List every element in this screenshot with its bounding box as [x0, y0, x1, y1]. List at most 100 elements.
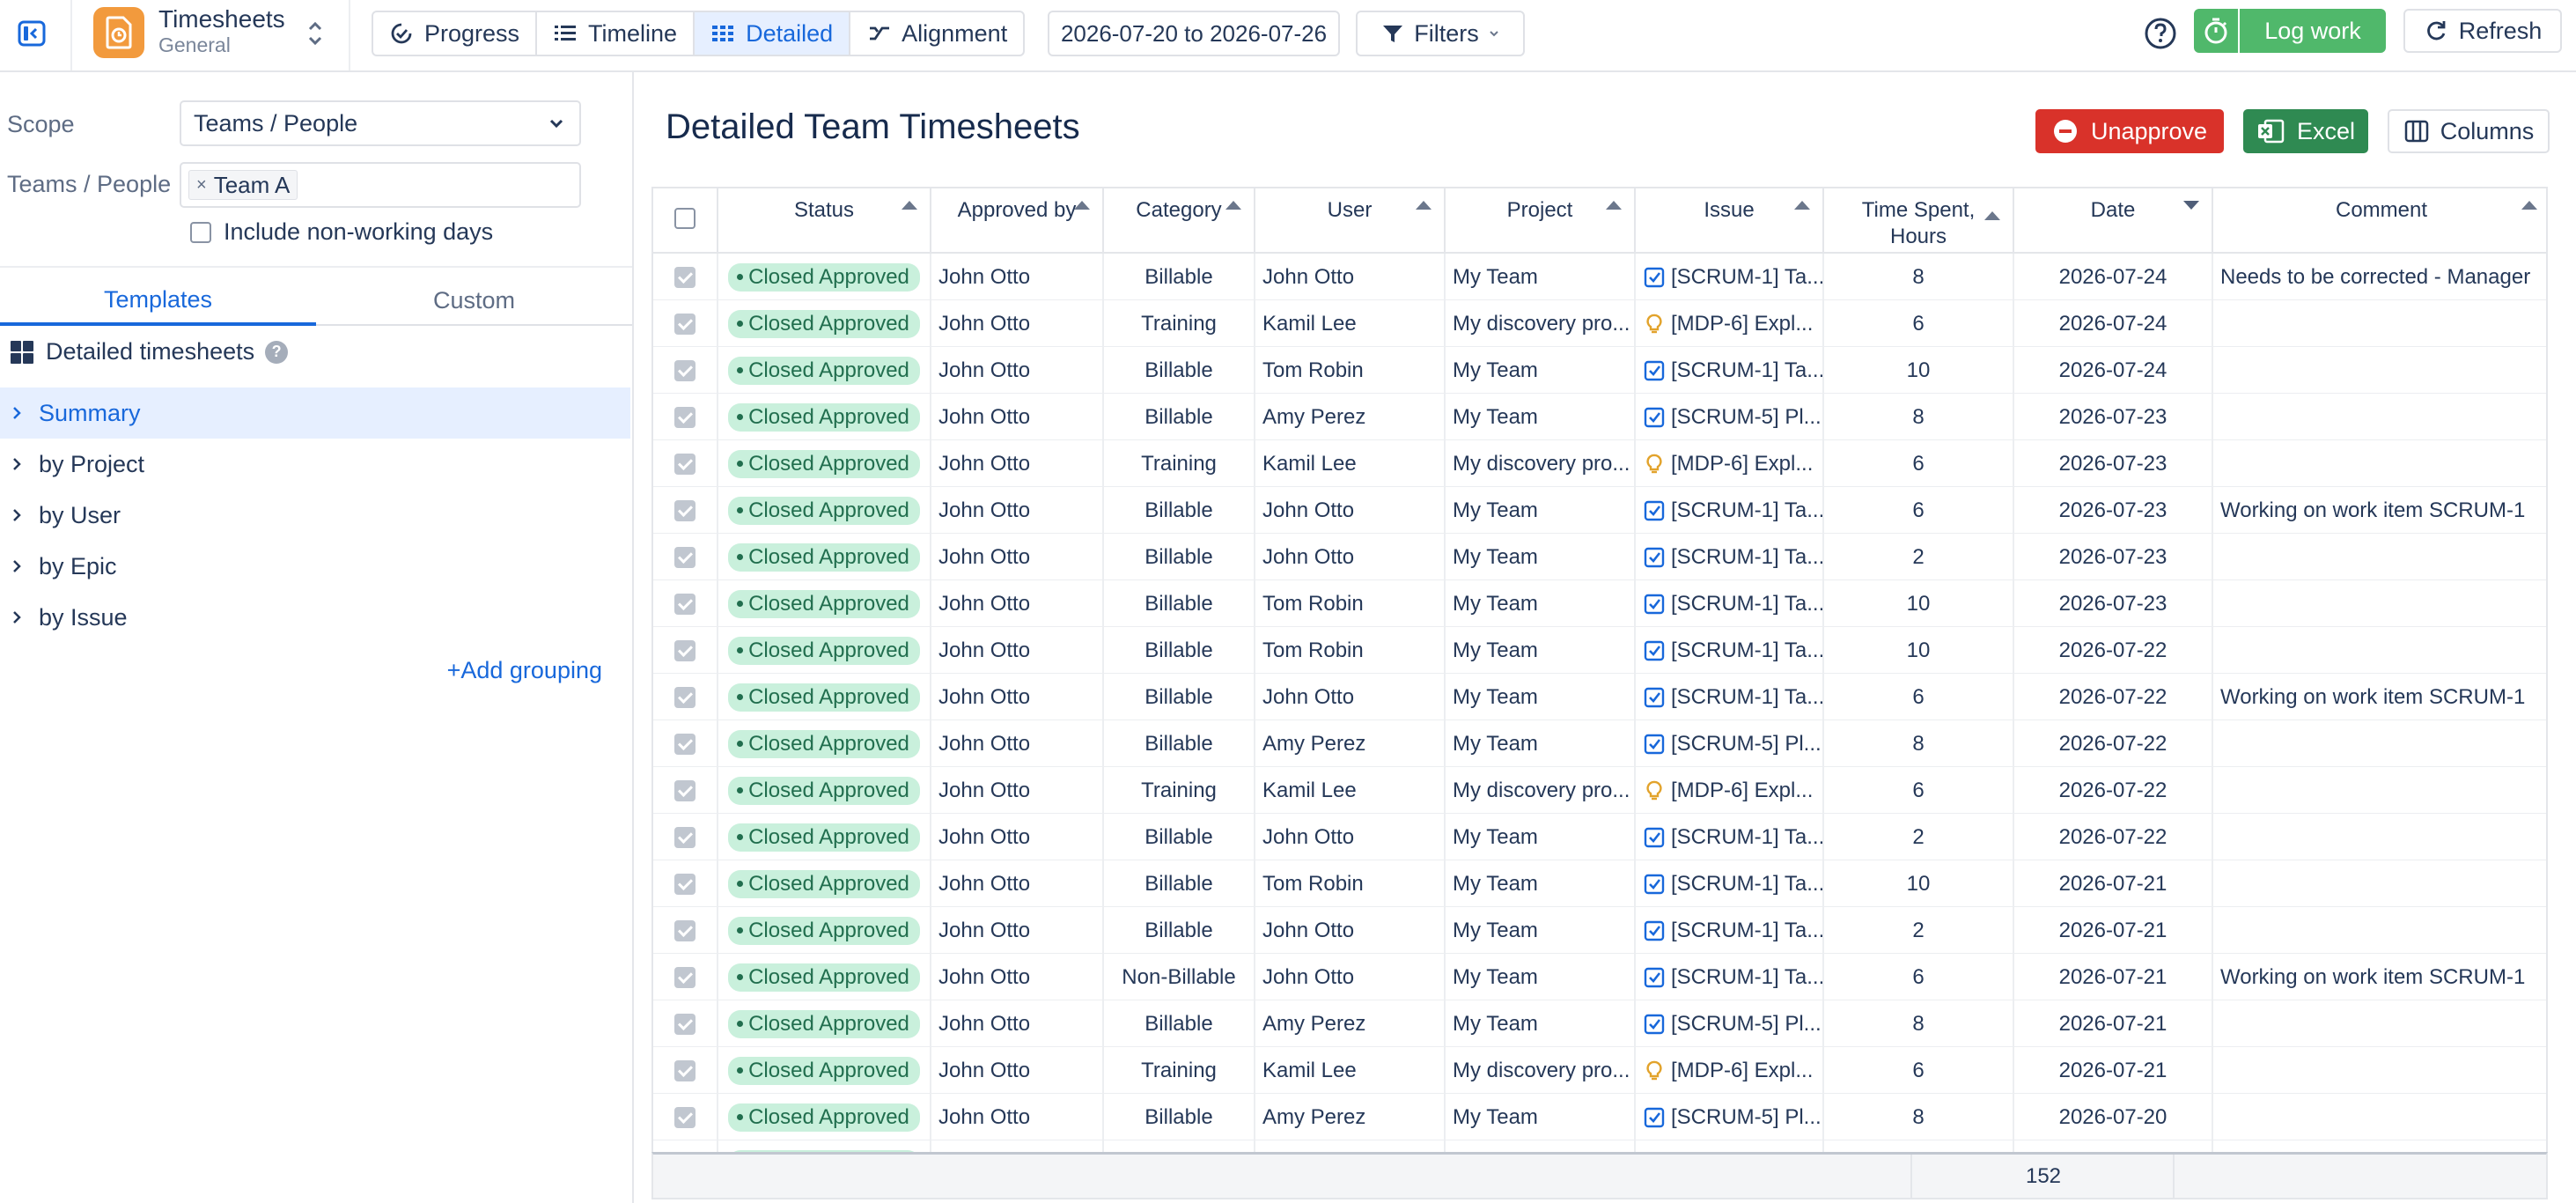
table-row[interactable]: Closed Approved John Otto Billable Tom Robi…	[653, 580, 2546, 627]
table-row[interactable]: Closed Approved John Otto Non-Billable John…	[653, 954, 2546, 1000]
row-checkbox[interactable]	[674, 313, 696, 335]
issue-cell[interactable]: [MDP-6] Expl...	[1636, 1047, 1824, 1094]
column-header-status[interactable]: Status	[718, 188, 931, 254]
table-row[interactable]: Closed Approved John Otto Billable John Ott…	[653, 487, 2546, 534]
issue-cell[interactable]: [SCRUM-1] Ta...	[1636, 907, 1824, 954]
issue-cell[interactable]: [SCRUM-1] Ta...	[1636, 347, 1824, 394]
sort-icon[interactable]	[1606, 201, 1622, 210]
issue-cell[interactable]: [SCRUM-5] Pl...	[1636, 1094, 1824, 1140]
issue-cell[interactable]: [SCRUM-1] Ta...	[1636, 534, 1824, 580]
table-row[interactable]: Closed Approved John OttoBillableAmy Pere…	[653, 1000, 2546, 1047]
chevron-updown-icon[interactable]	[303, 16, 328, 51]
issue-cell[interactable]: [SCRUM-5] Pl...	[1636, 1000, 1824, 1047]
issue-cell[interactable]: [SCRUM-5] Pl...	[1636, 720, 1824, 767]
issue-cell[interactable]: [SCRUM-1] Ta...	[1636, 254, 1824, 300]
row-checkbox[interactable]	[674, 733, 696, 755]
select-all-checkbox[interactable]	[674, 208, 696, 229]
row-checkbox[interactable]	[674, 546, 696, 568]
table-row[interactable]: Closed Approved John Otto Training Kamil Le…	[653, 1047, 2546, 1094]
row-checkbox[interactable]	[674, 919, 696, 941]
issue-cell[interactable]: [SCRUM-1] Ta...	[1636, 674, 1824, 720]
table-row[interactable]: Closed Approved John Otto Billable John Ott…	[653, 254, 2546, 300]
tree-item-by-user[interactable]: by User	[0, 490, 630, 541]
row-checkbox[interactable]	[674, 779, 696, 801]
table-row[interactable]: Closed Approved John Otto Billable John Ott…	[653, 814, 2546, 860]
app-title[interactable]: Timesheets	[158, 5, 285, 33]
row-checkbox[interactable]	[674, 266, 696, 288]
include-non-working-days[interactable]: Include non-working days	[190, 218, 493, 246]
tab-progress[interactable]: Progress	[373, 12, 538, 55]
table-row[interactable]: Closed Approved John Otto Billable Tom Robi…	[653, 627, 2546, 674]
issue-cell[interactable]: [SCRUM-1] Ta...	[1636, 487, 1824, 534]
table-row[interactable]: Closed Approved John Otto Billable John Ott…	[653, 534, 2546, 580]
tab-custom[interactable]: Custom	[316, 277, 632, 326]
excel-export-button[interactable]: Excel	[2243, 109, 2368, 153]
sort-icon[interactable]	[2521, 201, 2537, 210]
tab-alignment[interactable]: Alignment	[850, 12, 1023, 55]
issue-cell[interactable]: [SCRUM-1] Ta...	[1636, 627, 1824, 674]
row-checkbox[interactable]	[674, 873, 696, 895]
timer-button[interactable]	[2194, 9, 2238, 53]
teams-people-field[interactable]: × Team A	[180, 162, 581, 208]
issue-cell[interactable]: [SCRUM-1] Ta...	[1636, 814, 1824, 860]
column-header-approved-by[interactable]: Approved by	[931, 188, 1104, 254]
row-checkbox[interactable]	[674, 1013, 696, 1035]
column-header-issue[interactable]: Issue	[1636, 188, 1824, 254]
row-checkbox[interactable]	[674, 359, 696, 381]
tab-timeline[interactable]: Timeline	[537, 12, 696, 55]
sort-icon[interactable]	[902, 201, 917, 210]
chip-remove-icon[interactable]: ×	[196, 175, 207, 196]
row-checkbox[interactable]	[674, 966, 696, 988]
row-checkbox[interactable]	[674, 499, 696, 521]
row-checkbox[interactable]	[674, 1106, 696, 1128]
date-range-picker[interactable]: 2026-07-20 to 2026-07-26	[1048, 11, 1340, 56]
table-row[interactable]: Closed Approved John OttoBillableAmy Pere…	[653, 394, 2546, 440]
table-row[interactable]: Closed Approved John Otto Training Kamil Le…	[653, 767, 2546, 814]
row-checkbox[interactable]	[674, 1059, 696, 1081]
filters-button[interactable]: Filters	[1356, 11, 1525, 56]
issue-cell[interactable]: [MDP-6] Expl...	[1636, 440, 1824, 487]
row-checkbox[interactable]	[674, 453, 696, 475]
row-checkbox[interactable]	[674, 639, 696, 661]
add-grouping-link[interactable]: +Add grouping	[447, 657, 602, 684]
column-header-comment[interactable]: Comment	[2213, 188, 2546, 254]
columns-button[interactable]: Columns	[2388, 109, 2550, 153]
tree-item-summary[interactable]: Summary	[0, 387, 630, 439]
issue-cell[interactable]: [SCRUM-5] Pl...	[1636, 394, 1824, 440]
column-header-date[interactable]: Date	[2014, 188, 2213, 254]
help-icon[interactable]	[2143, 16, 2178, 51]
sort-icon[interactable]	[1984, 211, 2000, 220]
table-row[interactable]: Closed Approved John OttoBillableAmy Pere…	[653, 720, 2546, 767]
sort-icon[interactable]	[1074, 201, 1090, 210]
issue-cell[interactable]: [SCRUM-1] Ta...	[1636, 954, 1824, 1000]
table-row[interactable]: Closed Approved John Otto Training Kamil Le…	[653, 300, 2546, 347]
issue-cell[interactable]: [MDP-6] Expl...	[1636, 300, 1824, 347]
table-row[interactable]: Closed Approved John Otto Billable John Ott…	[653, 907, 2546, 954]
help-icon[interactable]: ?	[265, 340, 289, 364]
sort-desc-icon[interactable]	[2183, 201, 2199, 210]
sort-icon[interactable]	[1794, 201, 1810, 210]
log-work-button[interactable]: Log work	[2240, 9, 2386, 53]
table-row[interactable]: Closed Approved John Otto Billable John Ott…	[653, 674, 2546, 720]
issue-cell[interactable]: [SCRUM-1] Ta...	[1636, 580, 1824, 627]
row-checkbox[interactable]	[674, 406, 696, 428]
table-row[interactable]: Closed Approved John Otto Billable Tom Robi…	[653, 860, 2546, 907]
row-checkbox[interactable]	[674, 686, 696, 708]
sort-icon[interactable]	[1416, 201, 1432, 210]
tree-item-by-issue[interactable]: by Issue	[0, 592, 630, 643]
table-row[interactable]: Closed Approved John Otto Training Kamil Le…	[653, 440, 2546, 487]
scope-select[interactable]: Teams / People	[180, 100, 581, 146]
non-working-days-checkbox[interactable]	[190, 221, 211, 243]
column-header-category[interactable]: Category	[1104, 188, 1255, 254]
sort-icon[interactable]	[1225, 201, 1241, 210]
issue-cell[interactable]: [SCRUM-1] Ta...	[1636, 860, 1824, 907]
issue-cell[interactable]: [MDP-6] Expl...	[1636, 767, 1824, 814]
row-checkbox[interactable]	[674, 826, 696, 848]
table-row[interactable]: Closed Approved John OttoBillableAmy Pere…	[653, 1094, 2546, 1140]
column-header-user[interactable]: User	[1255, 188, 1446, 254]
tree-item-by-epic[interactable]: by Epic	[0, 541, 630, 592]
tab-templates[interactable]: Templates	[0, 277, 316, 326]
collapse-sidebar-button[interactable]	[11, 12, 53, 55]
tree-item-by-project[interactable]: by Project	[0, 439, 630, 490]
unapprove-button[interactable]: Unapprove	[2035, 109, 2224, 153]
